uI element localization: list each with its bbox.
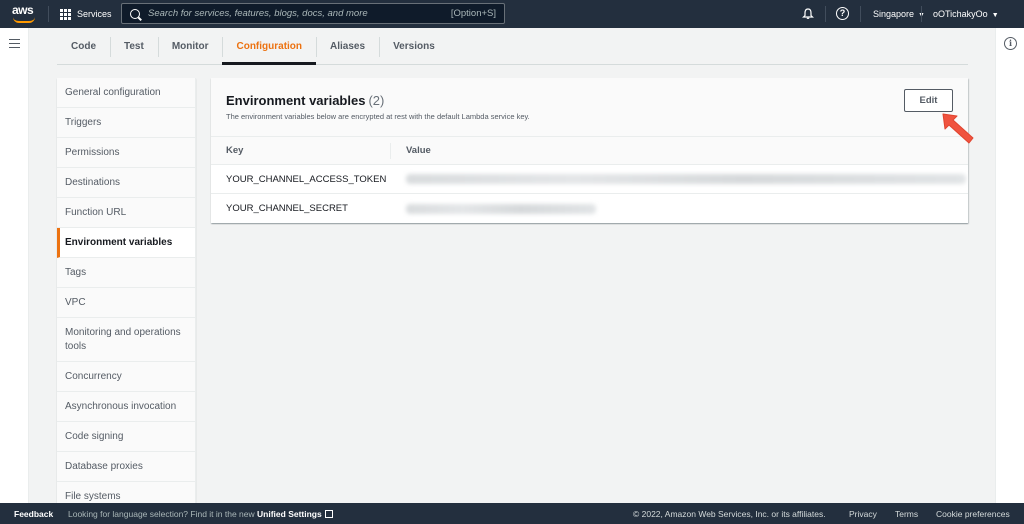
sidemenu-item-function-url[interactable]: Function URL bbox=[57, 198, 195, 228]
configuration-sidemenu: General configuration Triggers Permissio… bbox=[57, 78, 196, 512]
account-name: oOTichakyOo bbox=[933, 9, 988, 19]
tab-code[interactable]: Code bbox=[57, 28, 110, 64]
divider bbox=[921, 6, 922, 22]
tab-aliases[interactable]: Aliases bbox=[316, 28, 379, 64]
column-header-value: Value bbox=[406, 145, 431, 156]
sidemenu-item-tags[interactable]: Tags bbox=[57, 258, 195, 288]
copyright: © 2022, Amazon Web Services, Inc. or its… bbox=[633, 509, 826, 519]
sidemenu-item-vpc[interactable]: VPC bbox=[57, 288, 195, 318]
sidemenu-item-monitoring[interactable]: Monitoring and operations tools bbox=[57, 318, 195, 362]
menu-hamburger-icon[interactable] bbox=[9, 39, 20, 48]
feedback-link[interactable]: Feedback bbox=[14, 509, 53, 519]
panel-header: Environment variables (2) The environment… bbox=[211, 78, 968, 137]
tab-configuration[interactable]: Configuration bbox=[222, 28, 316, 65]
table-row: YOUR_CHANNEL_ACCESS_TOKEN bbox=[211, 165, 968, 194]
function-tabs: Code Test Monitor Configuration Aliases … bbox=[57, 28, 968, 65]
services-label: Services bbox=[77, 9, 112, 19]
aws-smile-icon bbox=[13, 17, 35, 23]
divider bbox=[825, 6, 826, 22]
footer: Feedback Looking for language selection?… bbox=[0, 503, 1024, 524]
column-header-key: Key bbox=[211, 142, 391, 159]
region-selector[interactable]: Singapore▼ bbox=[873, 9, 925, 19]
left-rail bbox=[0, 28, 29, 503]
top-navigation: aws Services [Option+S] ? Singapore▼ oOT… bbox=[0, 0, 1024, 28]
help-icon[interactable]: ? bbox=[836, 7, 849, 20]
aws-logo[interactable]: aws bbox=[12, 3, 38, 25]
external-link-icon bbox=[324, 510, 333, 518]
divider bbox=[48, 6, 49, 22]
aws-logo-text: aws bbox=[12, 3, 34, 17]
table-header: Key Value bbox=[211, 137, 968, 165]
panel-description: The environment variables below are encr… bbox=[226, 112, 530, 121]
unified-settings-link[interactable]: Unified Settings bbox=[257, 509, 322, 519]
info-icon[interactable]: i bbox=[1004, 37, 1017, 50]
panel-title: Environment variables (2) bbox=[226, 93, 384, 108]
sidemenu-item-destinations[interactable]: Destinations bbox=[57, 168, 195, 198]
sidemenu-item-async-invocation[interactable]: Asynchronous invocation bbox=[57, 392, 195, 422]
env-value bbox=[391, 194, 968, 223]
env-key: YOUR_CHANNEL_SECRET bbox=[226, 203, 348, 214]
tab-test[interactable]: Test bbox=[110, 28, 158, 64]
redacted-value bbox=[406, 174, 966, 184]
terms-link[interactable]: Terms bbox=[895, 509, 918, 519]
env-key: YOUR_CHANNEL_ACCESS_TOKEN bbox=[226, 173, 387, 185]
tab-monitor[interactable]: Monitor bbox=[157, 28, 223, 64]
region-label: Singapore bbox=[873, 9, 915, 19]
cookie-preferences-link[interactable]: Cookie preferences bbox=[936, 509, 1010, 519]
sidemenu-item-permissions[interactable]: Permissions bbox=[57, 138, 195, 168]
sidemenu-item-code-signing[interactable]: Code signing bbox=[57, 422, 195, 452]
sidemenu-item-environment-variables[interactable]: Environment variables bbox=[57, 228, 195, 258]
environment-variables-panel: Environment variables (2) The environment… bbox=[211, 78, 968, 223]
sidemenu-item-database-proxies[interactable]: Database proxies bbox=[57, 452, 195, 482]
search-input[interactable] bbox=[148, 8, 451, 19]
language-notice-text: Looking for language selection? Find it … bbox=[68, 509, 255, 519]
sidemenu-item-general-configuration[interactable]: General configuration bbox=[57, 78, 195, 108]
tab-versions[interactable]: Versions bbox=[379, 28, 449, 64]
language-notice: Looking for language selection? Find it … bbox=[68, 509, 333, 519]
panel-title-text: Environment variables bbox=[226, 93, 366, 108]
grid-icon bbox=[60, 8, 71, 20]
search-bar[interactable]: [Option+S] bbox=[121, 3, 505, 24]
variable-count: (2) bbox=[368, 93, 385, 108]
edit-button[interactable]: Edit bbox=[904, 89, 953, 112]
sidemenu-item-triggers[interactable]: Triggers bbox=[57, 108, 195, 138]
divider bbox=[860, 6, 861, 22]
search-shortcut-hint: [Option+S] bbox=[450, 8, 496, 19]
caret-down-icon: ▼ bbox=[991, 12, 999, 19]
account-menu[interactable]: oOTichakyOo ▼ bbox=[933, 9, 999, 19]
search-icon bbox=[130, 8, 140, 19]
env-value bbox=[391, 165, 968, 194]
sidemenu-item-concurrency[interactable]: Concurrency bbox=[57, 362, 195, 392]
redacted-value bbox=[406, 203, 596, 214]
privacy-link[interactable]: Privacy bbox=[849, 509, 877, 519]
services-menu-button[interactable]: Services bbox=[60, 0, 112, 28]
right-rail: i bbox=[995, 28, 1024, 503]
annotation-arrow-icon bbox=[942, 113, 974, 144]
notifications-bell-icon[interactable] bbox=[802, 8, 814, 20]
table-row: YOUR_CHANNEL_SECRET bbox=[211, 194, 968, 223]
